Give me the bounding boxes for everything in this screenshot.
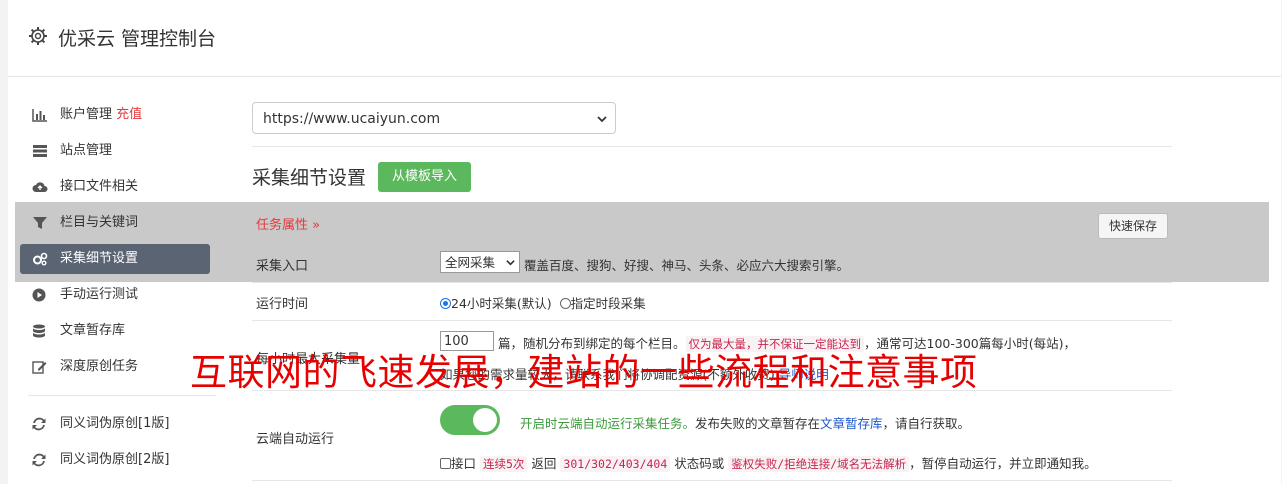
cloud-desc: 开启时云端自动运行采集任务。发布失败的文章暂存在文章暂存库，请自行获取。 bbox=[520, 413, 970, 432]
edit-icon bbox=[32, 361, 47, 374]
sidebar-item-collect-settings[interactable]: 采集细节设置 bbox=[20, 244, 210, 274]
notify-checkbox[interactable] bbox=[440, 458, 451, 469]
cloud-upload-icon bbox=[32, 182, 48, 192]
quick-save-button[interactable]: 快速保存 bbox=[1098, 213, 1168, 239]
divider bbox=[252, 146, 1172, 147]
sidebar-item-label: 采集细节设置 bbox=[60, 251, 139, 266]
radio-24h[interactable] bbox=[440, 298, 451, 309]
sidebar-item-label: 同义词伪原创[2版] bbox=[60, 452, 170, 467]
radio-24h-label: 24小时采集(默认) bbox=[451, 296, 552, 311]
sidebar-item-label: 文章暂存库 bbox=[60, 323, 126, 338]
runtime-options: 24小时采集(默认) 指定时段采集 bbox=[440, 293, 646, 312]
site-select-value: https://www.ucaiyun.com bbox=[263, 111, 441, 127]
divider bbox=[252, 320, 1172, 321]
divider bbox=[252, 282, 1172, 283]
sidebar-item-deep-original[interactable]: 深度原创任务 bbox=[20, 352, 210, 382]
sidebar-divider bbox=[28, 395, 216, 396]
database-icon bbox=[33, 324, 45, 338]
code: 鉴权失败/拒绝连接/域名无法解析 bbox=[728, 456, 910, 472]
code: 301/302/403/404 bbox=[560, 456, 671, 472]
gears-icon bbox=[33, 252, 48, 266]
refresh-icon bbox=[32, 417, 46, 431]
text: ，暂停自动运行，并立即通知我。 bbox=[909, 456, 1097, 471]
section-title: 采集细节设置 bbox=[252, 167, 367, 189]
chevron-down-icon bbox=[597, 116, 607, 123]
text: 发布失败的文章暂存在 bbox=[695, 416, 821, 431]
cloud-on-text: 开启时云端自动运行采集任务。 bbox=[520, 416, 696, 431]
bar-chart-icon bbox=[32, 109, 47, 122]
sidebar-item-label: 手动运行测试 bbox=[60, 287, 139, 302]
cloud-toggle[interactable] bbox=[440, 405, 500, 435]
sidebar-item-article-store[interactable]: 文章暂存库 bbox=[20, 316, 210, 346]
entry-select-value: 全网采集 bbox=[445, 255, 496, 270]
sidebar-item-sites[interactable]: 站点管理 bbox=[20, 136, 210, 166]
task-attr-toggle[interactable]: 任务属性 » bbox=[256, 214, 320, 233]
radio-period[interactable] bbox=[559, 298, 571, 309]
filter-icon bbox=[33, 217, 47, 229]
sidebar-item-label: 账户管理 bbox=[60, 107, 113, 122]
entry-desc: 覆盖百度、搜狗、好搜、神马、头条、必应六大搜索引擎。 bbox=[524, 258, 850, 273]
page-header: 优采云 管理控制台 bbox=[8, 0, 1281, 77]
text: 接口 bbox=[451, 456, 477, 471]
watermark-overlay-text: 互联网的飞速发展，建站的一些流程和注意事项 bbox=[190, 351, 978, 394]
sidebar-item-synonym-v1[interactable]: 同义词伪原创[1版] bbox=[20, 409, 210, 439]
refresh-icon bbox=[32, 453, 46, 467]
radio-period-label: 指定时段采集 bbox=[570, 296, 646, 311]
sidebar-item-synonym-v2[interactable]: 同义词伪原创[2版] bbox=[20, 445, 210, 475]
double-chevron-icon: » bbox=[312, 218, 321, 233]
entry-select[interactable]: 全网采集 bbox=[440, 251, 520, 273]
text: ，请自行获取。 bbox=[882, 416, 971, 431]
text: 返回 bbox=[531, 456, 557, 471]
runtime-label: 运行时间 bbox=[256, 297, 309, 312]
server-icon bbox=[33, 145, 47, 157]
divider bbox=[252, 480, 1172, 481]
cloud-label: 云端自动运行 bbox=[256, 432, 335, 447]
sidebar-item-label: 站点管理 bbox=[60, 143, 113, 158]
sidebar-item-interface-files[interactable]: 接口文件相关 bbox=[20, 172, 210, 202]
site-select[interactable]: https://www.ucaiyun.com bbox=[252, 102, 616, 134]
play-circle-icon bbox=[32, 288, 46, 302]
article-store-link[interactable]: 文章暂存库 bbox=[820, 416, 883, 431]
import-template-button[interactable]: 从模板导入 bbox=[378, 162, 471, 192]
text: 状态码或 bbox=[674, 456, 725, 471]
page-title: 优采云 管理控制台 bbox=[58, 28, 217, 50]
entry-label: 采集入口 bbox=[256, 259, 309, 274]
task-attr-label: 任务属性 bbox=[256, 218, 309, 233]
sidebar-item-label: 同义词伪原创[1版] bbox=[60, 416, 170, 431]
chevron-down-icon bbox=[506, 260, 515, 266]
sidebar-item-label: 深度原创任务 bbox=[60, 359, 139, 374]
cloud-notify: 接口 连续5次 返回 301/302/403/404 状态码或 鉴权失败/拒绝连… bbox=[440, 453, 1097, 472]
sidebar-item-account[interactable]: 账户管理 充值 bbox=[20, 100, 210, 130]
code: 连续5次 bbox=[480, 456, 528, 472]
recharge-link[interactable]: 充值 bbox=[116, 107, 142, 122]
toggle-knob bbox=[473, 408, 497, 432]
sidebar-item-label: 栏目与关键词 bbox=[60, 215, 139, 230]
gear-icon bbox=[29, 27, 47, 45]
sidebar-item-columns-keywords[interactable]: 栏目与关键词 bbox=[20, 208, 210, 238]
sidebar-item-manual-run[interactable]: 手动运行测试 bbox=[20, 280, 210, 310]
sidebar-item-label: 接口文件相关 bbox=[60, 179, 139, 194]
